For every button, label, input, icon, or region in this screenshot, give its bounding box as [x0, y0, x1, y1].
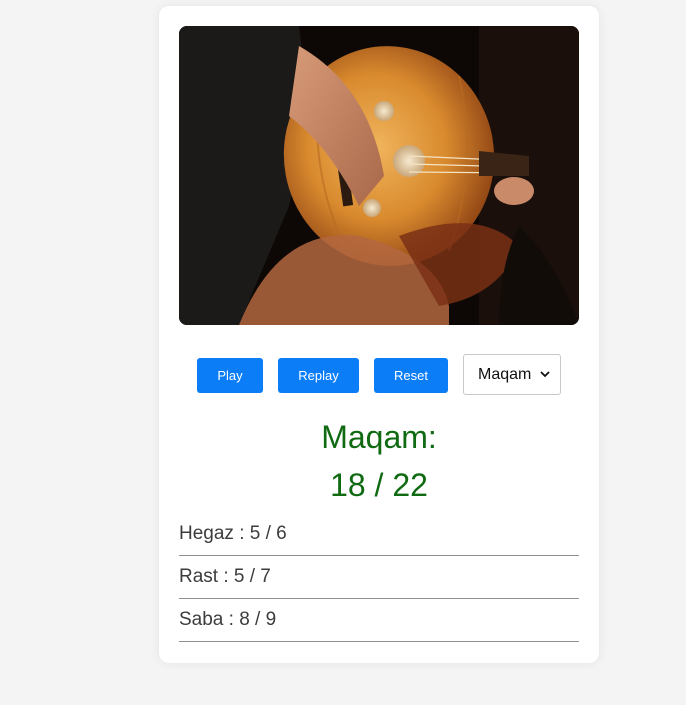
- maqam-select-wrapper: Maqam: [463, 354, 561, 395]
- quiz-card: Play Replay Reset Maqam Maqam: 18 / 22 H…: [159, 6, 599, 663]
- play-button[interactable]: Play: [197, 358, 263, 393]
- total-score: 18 / 22: [330, 467, 428, 503]
- quiz-title: Maqam:: [321, 419, 437, 455]
- controls-bar: Play Replay Reset Maqam: [159, 354, 599, 396]
- result-item-saba: Saba : 8 / 9: [179, 599, 579, 642]
- result-item-rast: Rast : 5 / 7: [179, 556, 579, 599]
- oud-photo: [179, 26, 579, 325]
- results-list: Hegaz : 5 / 6 Rast : 5 / 7 Saba : 8 / 9: [179, 513, 579, 642]
- result-item-hegaz: Hegaz : 5 / 6: [179, 513, 579, 556]
- replay-button[interactable]: Replay: [278, 358, 359, 393]
- reset-button[interactable]: Reset: [374, 358, 448, 393]
- maqam-select[interactable]: Maqam: [464, 355, 560, 394]
